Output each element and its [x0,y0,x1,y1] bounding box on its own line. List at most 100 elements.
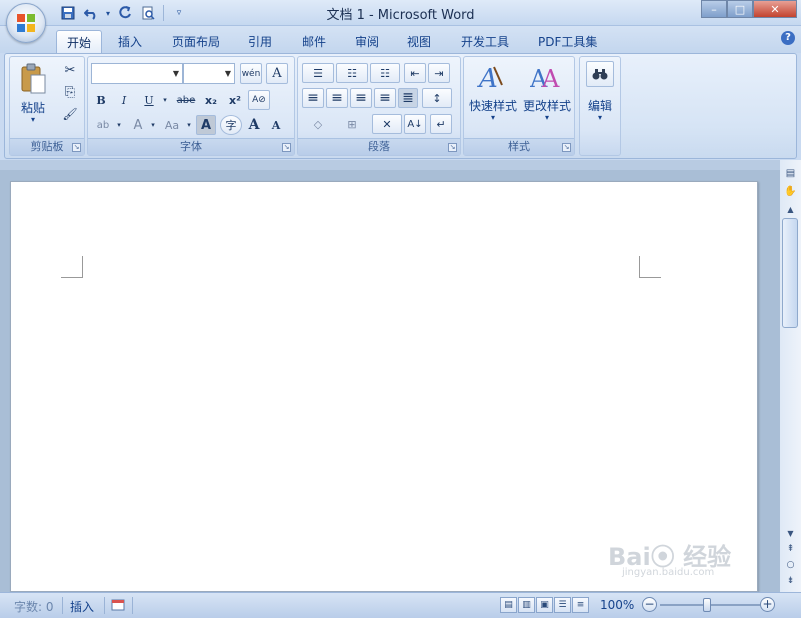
zoom-level-label[interactable]: 100% [600,598,634,612]
change-styles-button[interactable]: 更改样式 [520,97,574,114]
bold-button[interactable]: B [92,90,110,110]
underline-button[interactable]: U [138,90,160,110]
insert-mode-toggle[interactable]: 插入 [70,598,94,615]
font-color-icon[interactable]: A [128,115,148,135]
font-dialog-launcher-icon[interactable]: ↘ [282,143,291,152]
minimize-button[interactable]: – [701,0,727,18]
editing-group: 编辑 ▾ [579,56,621,156]
paragraph-group: ☰ ☷ ☷ ⇤ ⇥ ≡ ≡ ≡ ≡ ≣ ↕ ◇ ⊞ ✕ A↓ ↵ 段落 ↘ [297,56,461,156]
paragraph-dialog-launcher-icon[interactable]: ↘ [448,143,457,152]
pan-hand-icon[interactable]: ✋ [783,184,798,198]
document-page[interactable] [10,181,758,592]
select-browse-object-icon[interactable]: ○ [783,558,798,572]
change-styles-dropdown-icon[interactable]: ▾ [520,113,574,122]
superscript-button[interactable]: x² [224,90,246,110]
tab-view[interactable]: 视图 [397,30,441,53]
styles-dialog-launcher-icon[interactable]: ↘ [562,143,571,152]
zoom-in-button[interactable]: + [760,597,775,612]
distributed-icon[interactable]: ≣ [398,88,418,108]
character-border-icon[interactable]: A [266,63,288,84]
tab-insert[interactable]: 插入 [108,30,152,53]
justify-icon[interactable]: ≡ [374,88,396,108]
font-name-dropdown-icon[interactable]: ▼ [173,69,179,78]
subscript-button[interactable]: x₂ [200,90,222,110]
shading-icon[interactable]: ◇ [302,114,334,134]
show-paragraph-marks-icon[interactable]: ↵ [430,114,452,134]
paste-icon[interactable] [16,61,50,97]
tab-mailings[interactable]: 邮件 [292,30,336,53]
italic-button[interactable]: I [115,90,133,110]
highlight-icon[interactable]: ab [92,115,114,135]
align-left-icon[interactable]: ≡ [302,88,324,108]
close-button[interactable]: ✕ [753,0,797,18]
full-screen-reading-view-icon[interactable]: ▥ [518,597,535,613]
tab-review[interactable]: 审阅 [345,30,389,53]
editing-label[interactable]: 编辑 [580,97,620,114]
clipboard-group: 粘贴 ▾ ✂ ⎘ 🖌 剪贴板 ↘ [9,56,85,156]
quick-styles-dropdown-icon[interactable]: ▾ [466,113,520,122]
change-case-dropdown-icon[interactable]: ▾ [184,115,194,135]
web-layout-view-icon[interactable]: ▣ [536,597,553,613]
word-count[interactable]: 字数: 0 [14,598,54,615]
grow-font-icon[interactable]: A [244,115,264,135]
format-painter-icon[interactable]: 🖌 [60,105,80,123]
decrease-indent-icon[interactable]: ⇤ [404,63,426,83]
align-right-icon[interactable]: ≡ [350,88,372,108]
previous-page-icon[interactable]: ⇞ [783,542,798,556]
quick-styles-icon[interactable]: A [474,61,508,95]
sort-icon[interactable]: A↓ [404,114,426,134]
font-size-combo[interactable]: ▼ [183,63,235,84]
clear-formatting-icon[interactable]: A⊘ [248,90,270,110]
next-page-icon[interactable]: ⇟ [783,574,798,588]
align-center-icon[interactable]: ≡ [326,88,348,108]
draft-view-icon[interactable]: ≡ [572,597,589,613]
vertical-scrollbar[interactable]: ▤ ✋ ▲ ▼ ⇞ ○ ⇟ [780,160,801,592]
ruler-toggle-icon[interactable]: ▤ [783,166,798,180]
numbering-icon[interactable]: ☷ [336,63,368,83]
multilevel-list-icon[interactable]: ☷ [370,63,400,83]
increase-indent-icon[interactable]: ⇥ [428,63,450,83]
enclose-characters-icon[interactable]: 字 [220,115,242,135]
scroll-up-icon[interactable]: ▲ [783,202,798,216]
paste-dropdown-icon[interactable]: ▾ [14,115,52,124]
font-color-dropdown-icon[interactable]: ▾ [148,115,158,135]
line-spacing-icon[interactable]: ↕ [422,88,452,108]
borders-icon[interactable]: ⊞ [336,114,368,134]
paste-button[interactable]: 粘贴 [14,99,52,116]
tab-references[interactable]: 引用 [238,30,282,53]
zoom-slider-thumb[interactable] [703,598,711,612]
quick-styles-button[interactable]: 快速样式 [466,97,520,114]
change-case-icon[interactable]: Aa [160,115,184,135]
editing-dropdown-icon[interactable]: ▾ [580,113,620,122]
cut-icon[interactable]: ✂ [60,61,80,79]
bullets-icon[interactable]: ☰ [302,63,334,83]
outline-view-icon[interactable]: ☰ [554,597,571,613]
tab-pdf-tools[interactable]: PDF工具集 [528,30,607,53]
font-size-dropdown-icon[interactable]: ▼ [225,69,231,78]
tab-home[interactable]: 开始 [56,30,103,53]
phonetic-guide-icon[interactable]: wén [240,63,262,84]
underline-dropdown-icon[interactable]: ▾ [160,90,170,110]
ribbon: 粘贴 ▾ ✂ ⎘ 🖌 剪贴板 ↘ ▼ ▼ wén A B I U ▾ abe x… [4,53,797,159]
macro-recording-icon[interactable] [110,597,126,613]
copy-icon[interactable]: ⎘ [60,83,80,101]
change-styles-icon[interactable]: AA [528,61,562,95]
maximize-button[interactable]: □ [727,0,753,18]
zoom-out-button[interactable]: − [642,597,657,612]
styles-group: A 快速样式 ▾ AA 更改样式 ▾ 样式 ↘ [463,56,575,156]
office-button[interactable] [6,3,46,43]
tab-developer[interactable]: 开发工具 [451,30,519,53]
scroll-down-icon[interactable]: ▼ [783,526,798,540]
scroll-thumb[interactable] [782,218,798,328]
find-binoculars-icon[interactable] [586,61,614,87]
highlight-dropdown-icon[interactable]: ▾ [114,115,124,135]
character-shading-icon[interactable]: A [196,115,216,135]
chinese-layout-icon[interactable]: ✕ [372,114,402,134]
shrink-font-icon[interactable]: A [266,115,286,135]
print-layout-view-icon[interactable]: ▤ [500,597,517,613]
font-name-combo[interactable]: ▼ [91,63,183,84]
help-icon[interactable]: ? [781,31,795,45]
strikethrough-button[interactable]: abe [174,90,198,110]
tab-page-layout[interactable]: 页面布局 [162,30,230,53]
clipboard-dialog-launcher-icon[interactable]: ↘ [72,143,81,152]
